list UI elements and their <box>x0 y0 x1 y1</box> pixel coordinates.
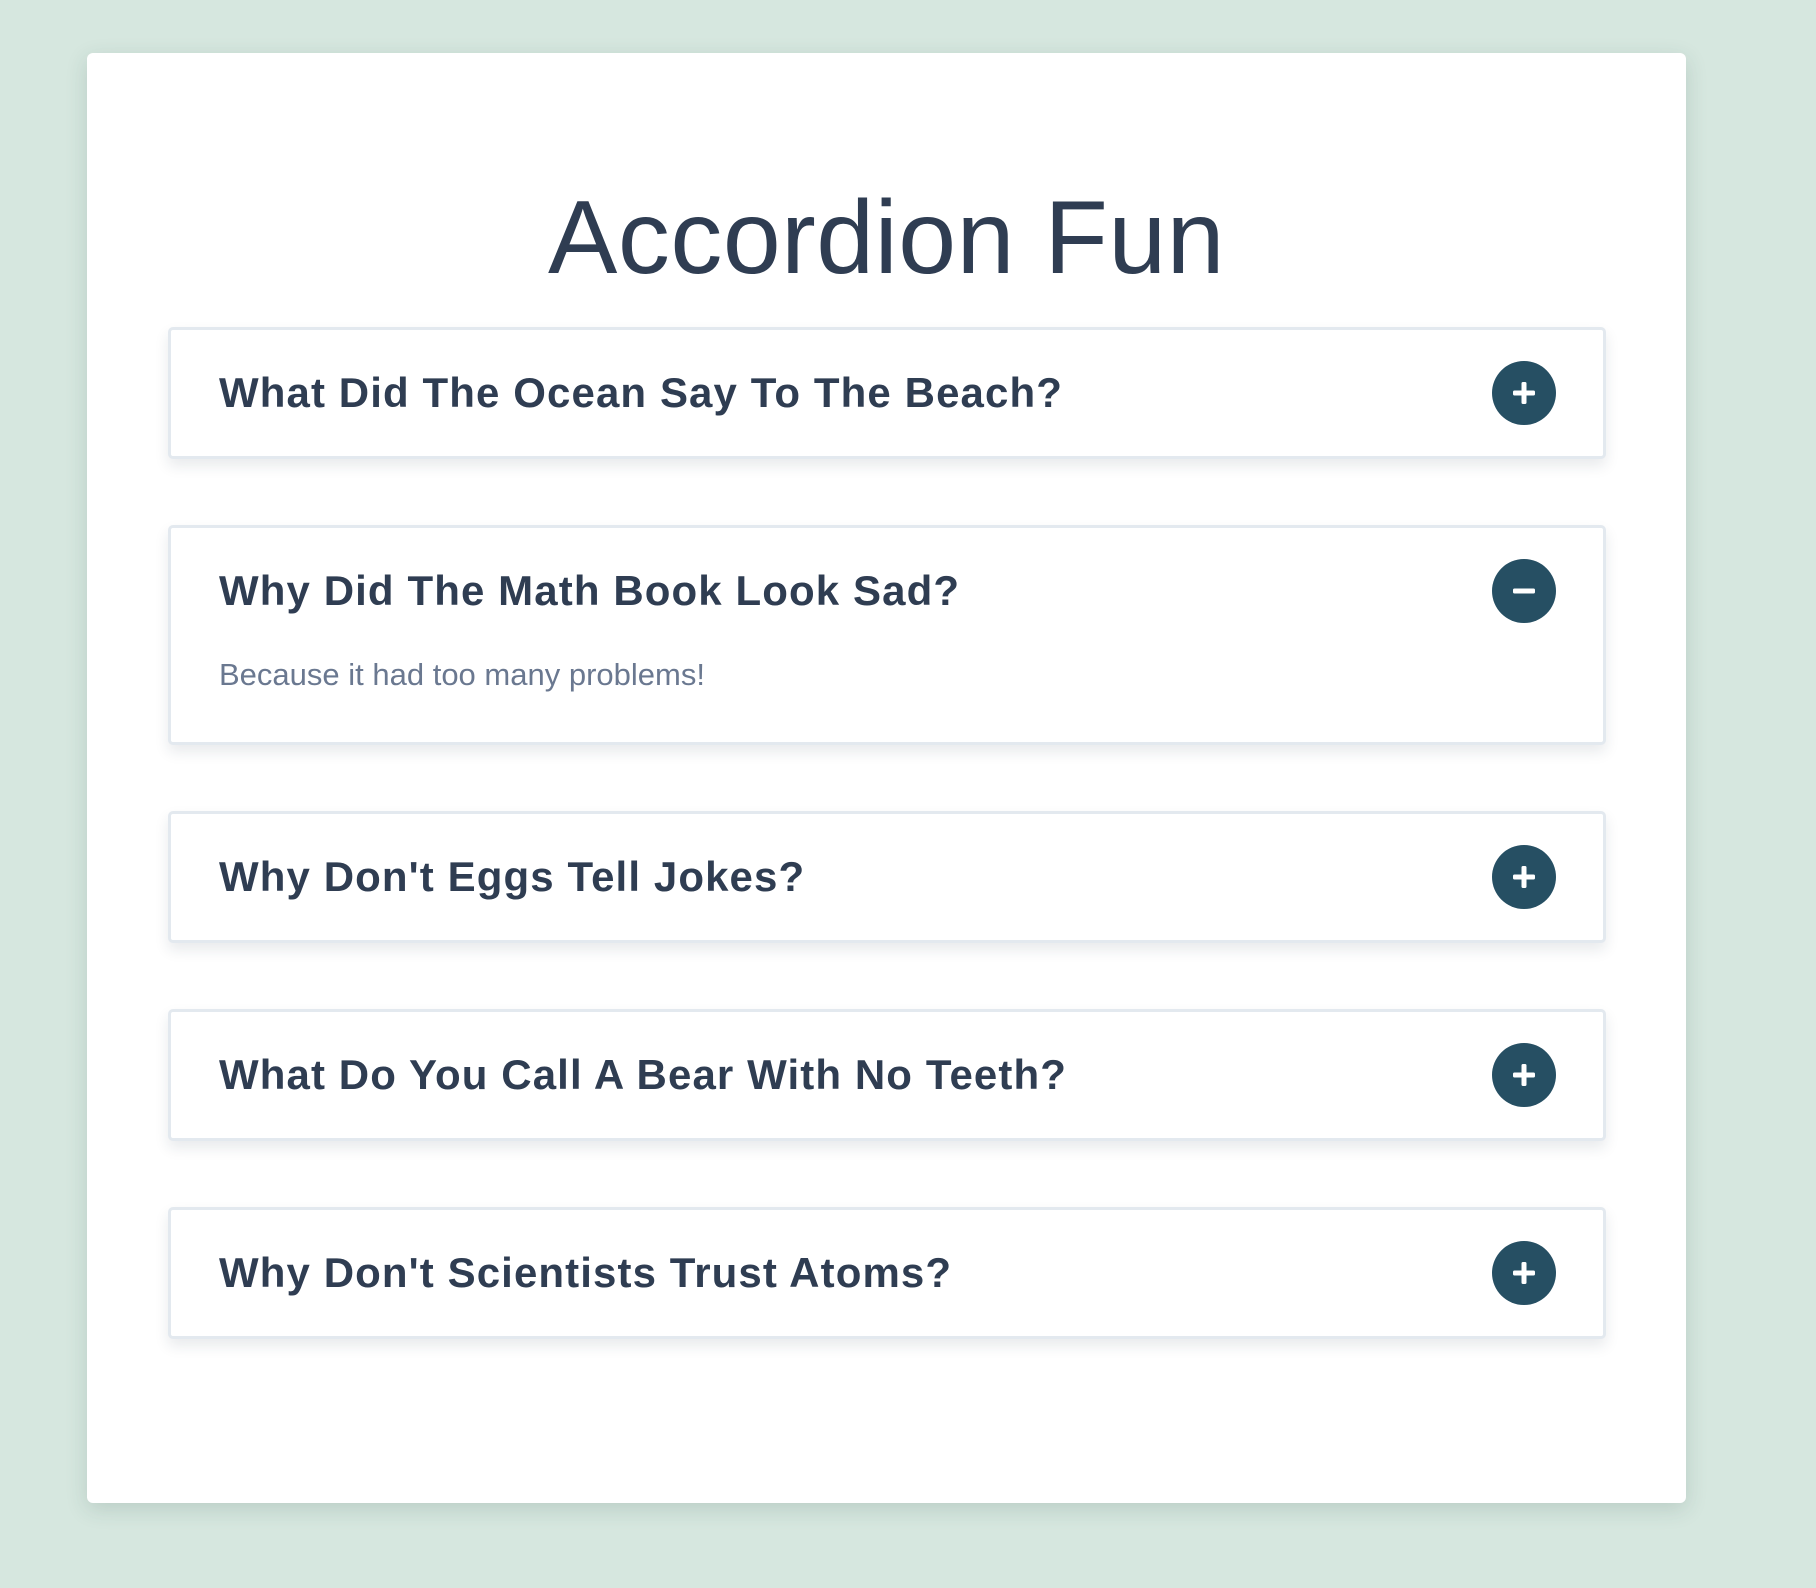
question-text: What Did The Ocean Say To The Beach? <box>219 369 1063 416</box>
plus-icon <box>1513 1064 1535 1086</box>
expand-button[interactable] <box>1492 1241 1556 1305</box>
question-text: What Do You Call A Bear With No Teeth? <box>219 1051 1067 1098</box>
minus-icon <box>1513 588 1535 594</box>
expand-button[interactable] <box>1492 845 1556 909</box>
plus-icon <box>1513 382 1535 404</box>
accordion-header[interactable]: What Do You Call A Bear With No Teeth? <box>171 1012 1603 1138</box>
plus-icon <box>1513 866 1535 888</box>
accordion-item: Why Don't Scientists Trust Atoms? <box>168 1207 1606 1339</box>
accordion-list: What Did The Ocean Say To The Beach? Why… <box>168 327 1606 1405</box>
page-title: Accordion Fun <box>547 180 1226 296</box>
accordion-item-expanded: Why Did The Math Book Look Sad? Because … <box>168 525 1606 745</box>
accordion-item: What Do You Call A Bear With No Teeth? <box>168 1009 1606 1141</box>
plus-icon <box>1513 1262 1535 1284</box>
expand-button[interactable] <box>1492 361 1556 425</box>
accordion-header[interactable]: Why Did The Math Book Look Sad? <box>171 528 1603 654</box>
accordion-card: Accordion Fun What Did The Ocean Say To … <box>87 53 1686 1503</box>
question-text: Why Don't Scientists Trust Atoms? <box>219 1249 953 1296</box>
expand-button[interactable] <box>1492 1043 1556 1107</box>
question-text: Why Did The Math Book Look Sad? <box>219 567 961 614</box>
accordion-header[interactable]: Why Don't Eggs Tell Jokes? <box>171 814 1603 940</box>
question-text: Why Don't Eggs Tell Jokes? <box>219 853 806 900</box>
answer-text: Because it had too many problems! <box>219 657 705 692</box>
accordion-item: What Did The Ocean Say To The Beach? <box>168 327 1606 459</box>
accordion-header[interactable]: What Did The Ocean Say To The Beach? <box>171 330 1603 456</box>
collapse-button[interactable] <box>1492 559 1556 623</box>
accordion-header[interactable]: Why Don't Scientists Trust Atoms? <box>171 1210 1603 1336</box>
accordion-item: Why Don't Eggs Tell Jokes? <box>168 811 1606 943</box>
